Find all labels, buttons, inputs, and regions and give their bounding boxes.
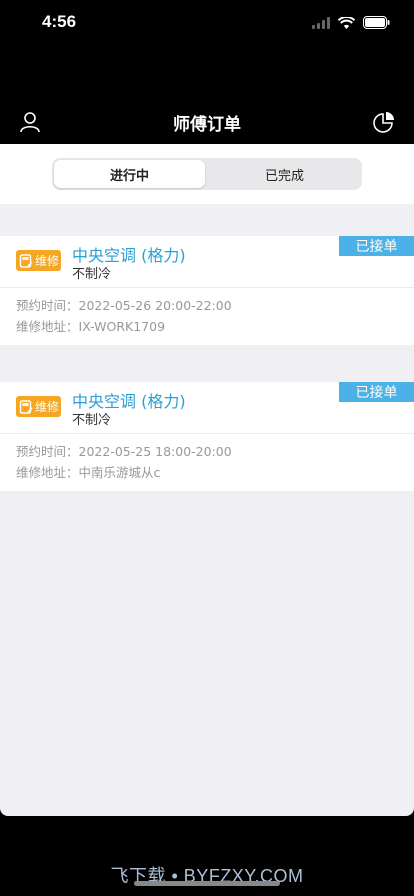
order-card-header: 维修 中央空调 (格力) 不制冷 已接单 bbox=[0, 382, 414, 434]
order-issue: 不制冷 bbox=[72, 413, 112, 428]
repair-badge-label: 维修 bbox=[35, 400, 60, 414]
home-indicator[interactable] bbox=[134, 881, 280, 886]
status-time: 4:56 bbox=[42, 12, 77, 31]
repair-address-label: 维修地址： bbox=[16, 465, 79, 480]
content-area: 进行中 已完成 维修 中央空调 (格力) 不制冷 已接单 预约时间：2022-0… bbox=[0, 144, 414, 816]
order-status-tag: 已接单 bbox=[339, 382, 414, 402]
statistics-chart-icon[interactable] bbox=[372, 110, 396, 134]
repair-address-value: 中南乐游城从c bbox=[78, 465, 161, 480]
appointment-time-row: 预约时间：2022-05-25 18:00-20:00 bbox=[16, 441, 398, 462]
appointment-time-label: 预约时间： bbox=[16, 444, 79, 459]
repair-address-value: IX-WORK1709 bbox=[78, 319, 166, 334]
order-card-header: 维修 中央空调 (格力) 不制冷 已接单 bbox=[0, 236, 414, 288]
repair-address-row: 维修地址：中南乐游城从c bbox=[16, 462, 398, 483]
page-title: 师傅订单 bbox=[173, 115, 241, 135]
repair-badge: 维修 bbox=[16, 396, 61, 417]
order-card-body: 预约时间：2022-05-25 18:00-20:00 维修地址：中南乐游城从c bbox=[0, 434, 414, 491]
nav-bar: 师傅订单 bbox=[0, 100, 414, 144]
appointment-time-label: 预约时间： bbox=[16, 298, 79, 313]
segmented-control: 进行中 已完成 bbox=[52, 158, 362, 190]
appointment-time-row: 预约时间：2022-05-26 20:00-22:00 bbox=[16, 295, 398, 316]
appointment-time-value: 2022-05-26 20:00-22:00 bbox=[78, 298, 232, 313]
order-status-tag: 已接单 bbox=[339, 236, 414, 256]
repair-document-icon bbox=[19, 253, 33, 268]
repair-badge: 维修 bbox=[16, 250, 61, 271]
repair-address-row: 维修地址：IX-WORK1709 bbox=[16, 316, 398, 337]
status-icons bbox=[312, 14, 390, 33]
tab-in-progress[interactable]: 进行中 bbox=[54, 160, 205, 188]
signal-icon bbox=[312, 14, 330, 33]
tab-bar-container: 进行中 已完成 bbox=[0, 144, 414, 204]
status-bar: 4:56 bbox=[0, 0, 414, 50]
order-card[interactable]: 维修 中央空调 (格力) 不制冷 已接单 预约时间：2022-05-25 18:… bbox=[0, 382, 414, 491]
repair-document-icon bbox=[19, 399, 33, 414]
tab-completed[interactable]: 已完成 bbox=[209, 160, 360, 188]
order-card[interactable]: 维修 中央空调 (格力) 不制冷 已接单 预约时间：2022-05-26 20:… bbox=[0, 236, 414, 345]
repair-badge-label: 维修 bbox=[35, 254, 60, 268]
battery-icon bbox=[363, 14, 390, 33]
repair-address-label: 维修地址： bbox=[16, 319, 79, 334]
order-issue: 不制冷 bbox=[72, 267, 112, 282]
wifi-icon bbox=[337, 14, 356, 33]
appointment-time-value: 2022-05-25 18:00-20:00 bbox=[78, 444, 232, 459]
order-card-body: 预约时间：2022-05-26 20:00-22:00 维修地址：IX-WORK… bbox=[0, 288, 414, 345]
